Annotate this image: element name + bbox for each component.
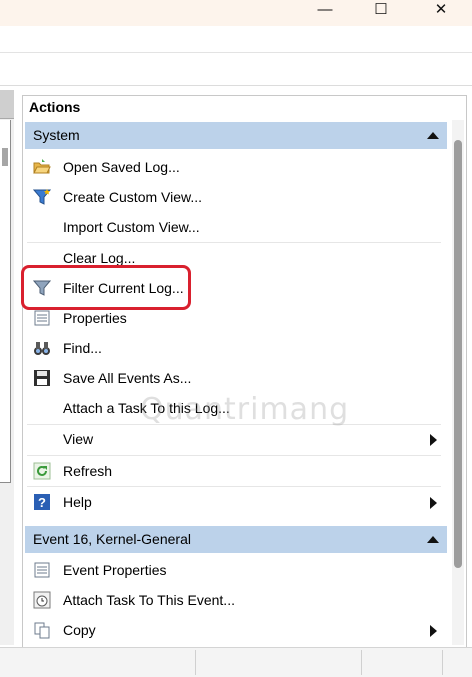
scrollbar-thumb[interactable] [454, 140, 462, 568]
status-segment [0, 650, 196, 675]
properties-icon [33, 309, 51, 327]
refresh-icon [33, 462, 51, 480]
menu-bar [0, 26, 472, 53]
action-import-custom-view[interactable]: Import Custom View... [27, 213, 441, 242]
submenu-arrow-icon [430, 434, 437, 446]
action-refresh[interactable]: Refresh [27, 457, 441, 486]
action-help[interactable]: ? Help [27, 488, 441, 517]
submenu-arrow-icon [430, 497, 437, 509]
action-copy[interactable]: Copy [27, 616, 441, 645]
floppy-disk-icon [33, 369, 51, 387]
status-bar [0, 647, 472, 677]
action-label: View [63, 431, 94, 447]
actions-header: Actions [29, 99, 81, 115]
left-pane-scroll-thumb[interactable] [2, 148, 8, 166]
collapse-caret-icon[interactable] [427, 536, 439, 543]
minimize-button[interactable]: — [310, 0, 340, 18]
status-segment [362, 650, 443, 675]
binoculars-icon [33, 339, 51, 357]
maximize-button[interactable]: ☐ [366, 0, 396, 18]
section-title: Event 16, Kernel-General [33, 531, 191, 547]
event-properties-icon [33, 561, 51, 579]
separator [27, 486, 441, 487]
action-label: Refresh [63, 463, 113, 479]
left-pane-header [0, 90, 14, 119]
actions-scrollbar[interactable] [452, 120, 464, 645]
section-title: System [33, 127, 80, 143]
action-find[interactable]: Find... [27, 334, 441, 363]
action-label: Properties [63, 310, 127, 326]
action-attach-task-to-event[interactable]: Attach Task To This Event... [27, 586, 441, 615]
folder-open-icon [33, 158, 51, 176]
status-segment [196, 650, 362, 675]
section-header-system[interactable]: System [25, 122, 447, 149]
copy-icon [33, 621, 51, 639]
left-pane-content [0, 120, 11, 483]
actions-pane: Actions System Open Saved Log... Create … [22, 95, 467, 648]
clock-task-icon [33, 591, 51, 609]
separator [27, 455, 441, 456]
collapse-caret-icon[interactable] [427, 132, 439, 139]
svg-text:?: ? [38, 495, 46, 510]
submenu-arrow-icon [430, 625, 437, 637]
left-pane [0, 90, 14, 645]
section-header-event[interactable]: Event 16, Kernel-General [25, 526, 447, 553]
action-label: Open Saved Log... [63, 159, 180, 175]
action-label: Attach Task To This Event... [63, 592, 235, 608]
watermark-logo: Quantrimang [140, 392, 350, 427]
highlight-box [21, 265, 191, 310]
action-label: Event Properties [63, 562, 167, 578]
action-label: Create Custom View... [63, 189, 203, 205]
close-button[interactable]: ✕ [426, 0, 456, 18]
separator [27, 242, 441, 243]
action-view[interactable]: View [27, 425, 441, 454]
action-event-properties[interactable]: Event Properties [27, 556, 441, 585]
action-label: Import Custom View... [63, 219, 200, 235]
action-create-custom-view[interactable]: Create Custom View... [27, 183, 441, 212]
action-label: Copy [63, 622, 96, 638]
help-icon: ? [33, 493, 51, 511]
action-label: Find... [63, 340, 102, 356]
toolbar [0, 53, 472, 86]
action-save-all-events-as[interactable]: Save All Events As... [27, 364, 441, 393]
action-label: Clear Log... [63, 250, 136, 266]
title-bar: — ☐ ✕ [0, 0, 472, 26]
action-label: Help [63, 494, 92, 510]
funnel-star-icon [32, 188, 52, 206]
action-open-saved-log[interactable]: Open Saved Log... [27, 153, 441, 182]
action-label: Save All Events As... [63, 370, 192, 386]
